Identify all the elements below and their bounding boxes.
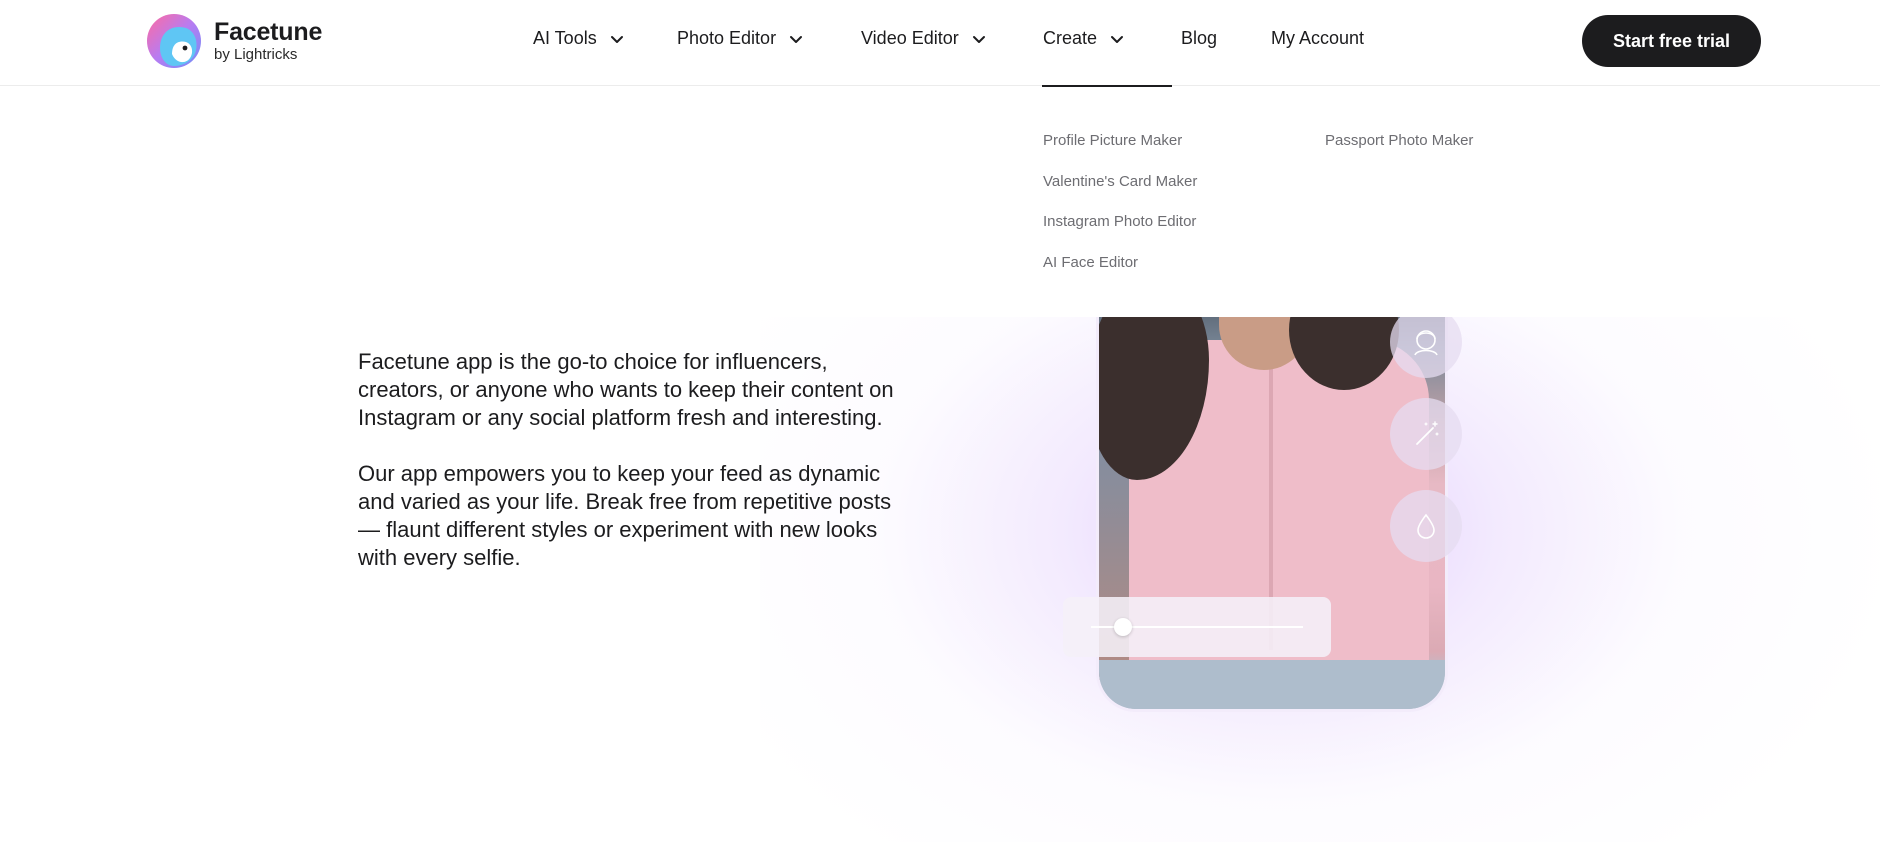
magic-tool-button[interactable] [1390,398,1462,470]
nav-blog[interactable]: Blog [1181,28,1217,49]
menu-item-passport-photo-maker[interactable]: Passport Photo Maker [1325,132,1473,149]
chevron-down-icon [1111,35,1124,43]
nav-ai-tools[interactable]: AI Tools [533,28,625,49]
magic-wand-icon [1416,421,1439,445]
hero-paragraph-2: Our app empowers you to keep your feed a… [358,461,892,570]
menu-item-instagram-photo-editor[interactable]: Instagram Photo Editor [1043,213,1196,230]
brand-byline: by Lightricks [214,46,298,63]
nav-label: AI Tools [533,28,597,48]
intensity-slider[interactable] [1063,597,1331,657]
menu-item-profile-picture-maker[interactable]: Profile Picture Maker [1043,132,1182,149]
menu-item-ai-face-editor[interactable]: AI Face Editor [1043,254,1138,271]
hero-copy: Facetune app is the go-to choice for inf… [358,348,918,600]
nav-label: Photo Editor [677,28,777,48]
droplet-tool-button[interactable] [1390,490,1462,562]
hero-paragraph-1: Facetune app is the go-to choice for inf… [358,349,894,430]
nav-video-editor[interactable]: Video Editor [861,28,987,49]
facetune-logo-icon [142,12,206,70]
site-header: Facetune by Lightricks AI Tools Photo Ed… [0,0,1880,86]
nav-my-account[interactable]: My Account [1271,28,1364,49]
droplet-icon [1417,513,1435,539]
brand-name: Facetune [214,18,323,46]
chevron-down-icon [790,35,803,43]
menu-item-valentines-card-maker[interactable]: Valentine's Card Maker [1043,173,1197,190]
chevron-down-icon [972,35,985,43]
nav-label: Video Editor [861,28,959,48]
create-dropdown-menu: Profile Picture Maker Valentine's Card M… [0,87,1880,317]
active-nav-indicator [1042,85,1172,87]
nav-label: Blog [1181,28,1218,48]
start-free-trial-button[interactable]: Start free trial [1582,15,1761,67]
brand-logo[interactable]: Facetune by Lightricks [142,12,322,70]
chevron-down-icon [610,35,623,43]
nav-photo-editor[interactable]: Photo Editor [677,28,804,49]
nav-label: My Account [1271,28,1365,48]
face-icon [1414,330,1438,356]
nav-create[interactable]: Create [1043,28,1125,49]
slider-thumb[interactable] [1113,618,1132,636]
nav-label: Create [1043,28,1098,48]
